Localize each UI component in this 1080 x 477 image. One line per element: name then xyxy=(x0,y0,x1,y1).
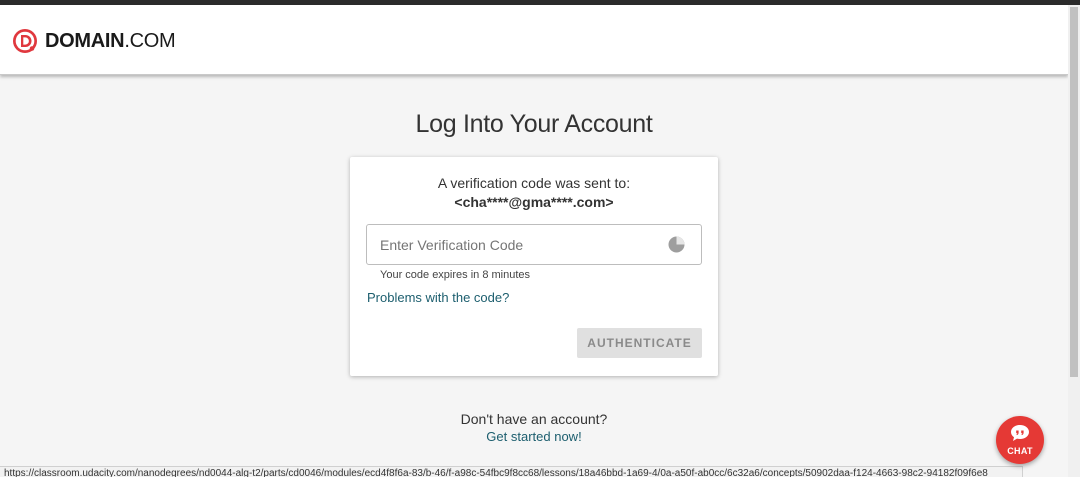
code-expiry-text: Your code expires in 8 minutes xyxy=(380,269,531,281)
site-header: DOMAIN.COM xyxy=(0,5,1068,75)
get-started-link[interactable]: Get started now! xyxy=(486,429,581,444)
logo-text-bold: DOMAIN xyxy=(45,29,125,52)
chat-bubble-icon xyxy=(1010,424,1030,442)
domain-d-logo-icon xyxy=(12,28,38,54)
problems-with-code-link[interactable]: Problems with the code? xyxy=(367,290,509,305)
get-started-row: Get started now! xyxy=(0,429,1068,444)
verification-sent-text: A verification code was sent to: xyxy=(437,175,631,191)
masked-email: <cha****@gma****.com> xyxy=(454,194,614,210)
verification-card: A verification code was sent to: <cha***… xyxy=(350,157,718,376)
verification-code-field[interactable] xyxy=(366,224,702,265)
chat-button[interactable]: CHAT xyxy=(996,416,1044,464)
page-title: Log Into Your Account xyxy=(415,110,653,138)
authenticate-button[interactable]: AUTHENTICATE xyxy=(577,328,702,358)
domain-wordmark: DOMAIN.COM xyxy=(45,29,176,53)
timer-pie-icon xyxy=(668,236,685,253)
no-account-prompt: Don't have an account? xyxy=(460,411,608,427)
logo-text-suffix: .COM xyxy=(124,29,176,52)
verification-code-input[interactable] xyxy=(367,225,670,264)
domain-logo[interactable]: DOMAIN.COM xyxy=(12,27,176,55)
status-bar-url: https://classroom.udacity.com/nanodegree… xyxy=(0,466,1023,477)
chat-label: CHAT xyxy=(1007,446,1033,456)
scrollbar-thumb[interactable] xyxy=(1070,7,1078,377)
vertical-scrollbar[interactable] xyxy=(1068,5,1080,477)
